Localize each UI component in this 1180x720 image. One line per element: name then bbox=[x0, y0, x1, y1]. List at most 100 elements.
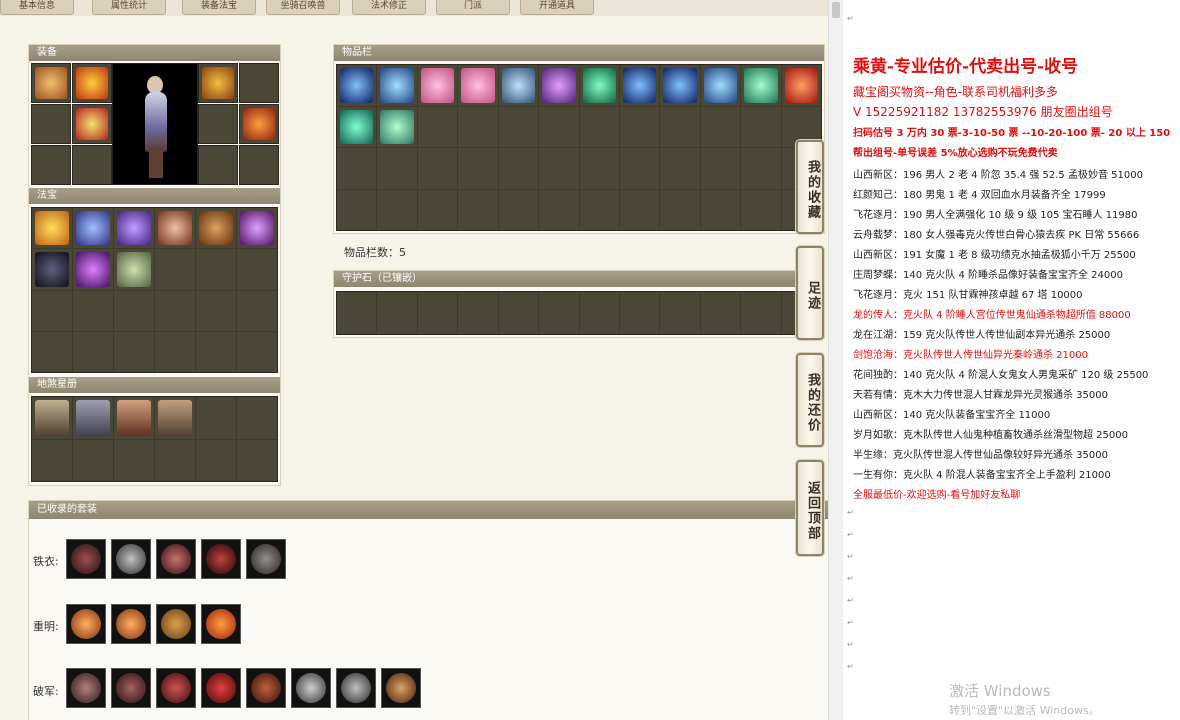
tab-sect[interactable]: 门派 bbox=[436, 0, 510, 15]
equip-slot-necklace[interactable] bbox=[72, 63, 112, 103]
inventory-slot[interactable] bbox=[741, 189, 781, 230]
guard-stone-slot[interactable] bbox=[377, 292, 417, 334]
inventory-slot[interactable] bbox=[539, 148, 579, 189]
inventory-slot[interactable] bbox=[337, 65, 377, 106]
equip-slot-weapon[interactable] bbox=[198, 63, 238, 103]
suit-item[interactable] bbox=[156, 668, 196, 708]
suit-item[interactable] bbox=[201, 539, 241, 579]
guard-stone-slot[interactable] bbox=[700, 292, 741, 334]
treasure-slot[interactable] bbox=[155, 249, 195, 290]
inventory-slot[interactable] bbox=[539, 65, 579, 106]
inventory-slot[interactable] bbox=[377, 148, 417, 189]
treasure-slot[interactable] bbox=[155, 331, 195, 372]
back-to-top-button[interactable]: 返回顶部 bbox=[796, 460, 824, 556]
card-slot[interactable] bbox=[73, 439, 113, 481]
equip-slot-empty-5[interactable] bbox=[198, 104, 238, 144]
treasure-slot[interactable] bbox=[114, 290, 154, 331]
treasure-slot[interactable] bbox=[196, 208, 236, 249]
card-slot[interactable] bbox=[32, 439, 72, 481]
inventory-slot[interactable] bbox=[700, 65, 741, 106]
card-slot[interactable] bbox=[237, 397, 277, 439]
inventory-slot[interactable] bbox=[539, 106, 579, 147]
guard-stone-slot[interactable] bbox=[498, 292, 539, 334]
inventory-slot[interactable] bbox=[619, 106, 660, 147]
inventory-slot[interactable] bbox=[579, 106, 619, 147]
equip-slot-empty-1[interactable] bbox=[31, 104, 71, 144]
suit-item[interactable] bbox=[156, 604, 196, 644]
guard-stone-slot[interactable] bbox=[660, 292, 700, 334]
treasure-slot[interactable] bbox=[32, 249, 72, 290]
suit-item[interactable] bbox=[111, 668, 151, 708]
suit-item[interactable] bbox=[246, 668, 286, 708]
treasure-slot[interactable] bbox=[196, 290, 236, 331]
inventory-slot[interactable] bbox=[458, 148, 498, 189]
card-slot[interactable] bbox=[155, 439, 195, 481]
treasure-slot[interactable] bbox=[73, 331, 113, 372]
inventory-slot[interactable] bbox=[619, 65, 660, 106]
guard-stone-slot[interactable] bbox=[579, 292, 619, 334]
equip-slot-empty-7[interactable] bbox=[239, 145, 279, 185]
equip-slot-helmet[interactable] bbox=[31, 63, 71, 103]
tab-attributes[interactable]: 属性统计 bbox=[92, 0, 166, 15]
tab-basic-info[interactable]: 基本信息 bbox=[0, 0, 74, 15]
treasure-slot[interactable] bbox=[73, 290, 113, 331]
inventory-slot[interactable] bbox=[579, 189, 619, 230]
equip-slot-empty-3[interactable] bbox=[72, 145, 112, 185]
guard-stone-slot[interactable] bbox=[741, 292, 781, 334]
inventory-slot[interactable] bbox=[458, 106, 498, 147]
suit-item[interactable] bbox=[201, 604, 241, 644]
inventory-slot[interactable] bbox=[498, 65, 539, 106]
tab-spells[interactable]: 法术修正 bbox=[352, 0, 426, 15]
inventory-slot[interactable] bbox=[377, 106, 417, 147]
suit-item[interactable] bbox=[66, 668, 106, 708]
treasure-slot[interactable] bbox=[237, 208, 277, 249]
equip-slot-armor[interactable] bbox=[72, 104, 112, 144]
suit-item[interactable] bbox=[111, 539, 151, 579]
guard-stone-slot[interactable] bbox=[458, 292, 498, 334]
treasure-slot[interactable] bbox=[155, 290, 195, 331]
inventory-slot[interactable] bbox=[337, 106, 377, 147]
treasure-slot[interactable] bbox=[32, 290, 72, 331]
inventory-slot[interactable] bbox=[417, 106, 458, 147]
card-slot[interactable] bbox=[114, 439, 154, 481]
inventory-slot[interactable] bbox=[660, 65, 700, 106]
inventory-slot[interactable] bbox=[619, 189, 660, 230]
inventory-slot[interactable] bbox=[539, 189, 579, 230]
inventory-slot[interactable] bbox=[700, 106, 741, 147]
suit-item[interactable] bbox=[381, 668, 421, 708]
suit-item[interactable] bbox=[201, 668, 241, 708]
card-slot[interactable] bbox=[73, 397, 113, 439]
inventory-slot[interactable] bbox=[458, 65, 498, 106]
treasure-slot[interactable] bbox=[114, 208, 154, 249]
equip-slot-empty-6[interactable] bbox=[198, 145, 238, 185]
equip-slot-empty-4[interactable] bbox=[239, 63, 279, 103]
treasure-slot[interactable] bbox=[196, 331, 236, 372]
guard-stone-slot[interactable] bbox=[337, 292, 377, 334]
inventory-slot[interactable] bbox=[741, 148, 781, 189]
inventory-slot[interactable] bbox=[377, 65, 417, 106]
card-slot[interactable] bbox=[196, 439, 236, 481]
treasure-slot[interactable] bbox=[73, 249, 113, 290]
card-slot[interactable] bbox=[237, 439, 277, 481]
my-counteroffer-button[interactable]: 我的还价 bbox=[796, 353, 824, 447]
tab-equipment[interactable]: 装备法宝 bbox=[182, 0, 256, 15]
treasure-slot[interactable] bbox=[73, 208, 113, 249]
suit-item[interactable] bbox=[336, 668, 376, 708]
guard-stone-slot[interactable] bbox=[417, 292, 458, 334]
inventory-slot[interactable] bbox=[337, 189, 377, 230]
card-slot[interactable] bbox=[155, 397, 195, 439]
card-slot[interactable] bbox=[32, 397, 72, 439]
treasure-slot[interactable] bbox=[237, 249, 277, 290]
treasure-slot[interactable] bbox=[237, 290, 277, 331]
inventory-slot[interactable] bbox=[498, 148, 539, 189]
scrollbar-thumb[interactable] bbox=[832, 2, 840, 18]
suit-item[interactable] bbox=[111, 604, 151, 644]
tab-items[interactable]: 开通道具 bbox=[520, 0, 594, 15]
treasure-slot[interactable] bbox=[237, 331, 277, 372]
suit-item[interactable] bbox=[291, 668, 331, 708]
treasure-slot[interactable] bbox=[32, 331, 72, 372]
card-slot[interactable] bbox=[114, 397, 154, 439]
treasure-slot[interactable] bbox=[32, 208, 72, 249]
suit-item[interactable] bbox=[66, 539, 106, 579]
treasure-slot[interactable] bbox=[114, 249, 154, 290]
